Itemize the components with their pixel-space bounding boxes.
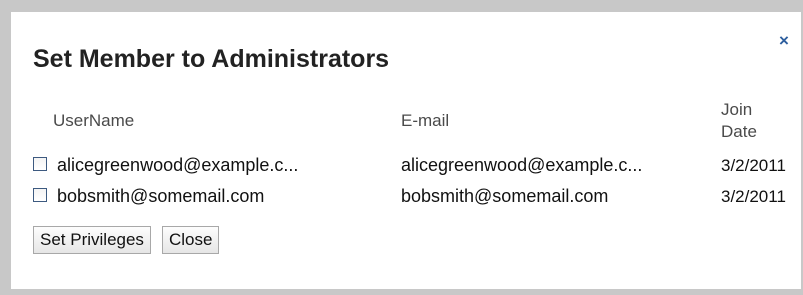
table-row: alicegreenwood@example.c... alicegreenwo… — [33, 150, 803, 181]
table-row: bobsmith@somemail.com bobsmith@somemail.… — [33, 181, 803, 212]
username-cell: alicegreenwood@example.c... — [33, 150, 401, 181]
email-cell: bobsmith@somemail.com — [401, 186, 609, 206]
select-checkbox[interactable] — [33, 157, 47, 171]
header-join-date-line1: Join — [721, 100, 753, 119]
username-text: bobsmith@somemail.com — [57, 186, 265, 206]
header-email: E-mail — [401, 111, 450, 130]
dialog-buttons: Set Privileges Close — [33, 226, 220, 254]
dialog-title: Set Member to Administrators — [33, 45, 390, 73]
header-join-date: Join Date — [721, 92, 803, 150]
select-checkbox[interactable] — [33, 188, 47, 202]
header-join-date-line2: Date — [721, 122, 757, 141]
join-date-cell: 3/2/2011 — [721, 155, 786, 175]
join-date-cell: 3/2/2011 — [721, 186, 786, 206]
close-icon[interactable]: × — [777, 32, 791, 49]
members-table: UserName E-mail Join Date alicegreenwood… — [33, 92, 803, 212]
username-cell: bobsmith@somemail.com — [33, 181, 401, 212]
close-button[interactable]: Close — [161, 226, 220, 254]
set-privileges-button[interactable]: Set Privileges — [33, 226, 151, 254]
email-cell: alicegreenwood@example.c... — [401, 155, 643, 175]
table-header-row: UserName E-mail Join Date — [33, 92, 803, 150]
header-username: UserName — [53, 111, 135, 130]
username-text: alicegreenwood@example.c... — [57, 155, 299, 175]
set-admin-dialog: Set Member to Administrators × UserName … — [11, 12, 801, 289]
